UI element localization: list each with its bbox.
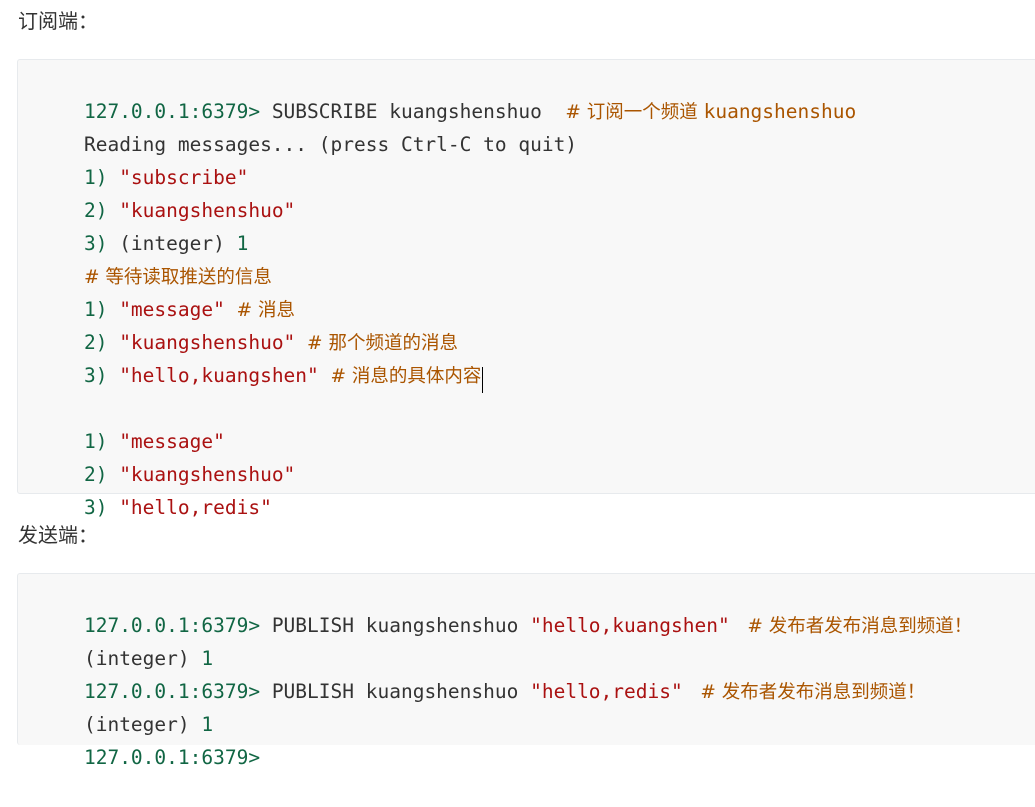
code-line: 127.0.0.1:6379> PUBLISH kuangshenshuo "h… <box>37 642 925 703</box>
comment-code: kuangshenshuo <box>703 100 857 123</box>
index: 3) <box>83 496 108 519</box>
code-line: # 等待读取推送的信息 <box>37 227 272 288</box>
command: PUBLISH kuangshenshuo <box>260 614 531 637</box>
code-line: 2) "kuangshenshuo" # 那个频道的消息 <box>37 293 458 354</box>
command: PUBLISH kuangshenshuo <box>260 680 531 703</box>
comment: # 消息的具体内容 <box>318 366 482 387</box>
publisher-code-block[interactable]: 127.0.0.1:6379> PUBLISH kuangshenshuo "h… <box>17 573 1035 769</box>
code-line: 3) "hello,kuangshen" # 消息的具体内容 <box>37 326 484 393</box>
code-line: 1) "message" <box>37 392 225 453</box>
code-line: 3) (integer) 1 <box>37 194 248 255</box>
code-line: 1) "message" # 消息 <box>37 260 295 321</box>
index: 3) <box>83 364 108 387</box>
comment: # 发布者发布消息到频道！ <box>682 682 926 703</box>
comment: # 发布者发布消息到频道！ <box>729 616 973 637</box>
code-line: 2) "kuangshenshuo" <box>37 425 295 486</box>
code-line: 127.0.0.1:6379> SUBSCRIBE kuangshenshuo … <box>37 62 856 123</box>
code-line: 3) "hello,redis" <box>37 458 272 519</box>
string-value: "hello,kuangshen" <box>530 614 730 637</box>
code-line: (integer) 1 <box>37 675 213 736</box>
string-value: "hello,redis" <box>107 496 272 519</box>
publisher-heading: 发送端： <box>18 523 98 547</box>
code-line: 2) "kuangshenshuo" <box>37 161 295 222</box>
code-line: 127.0.0.1:6379> PUBLISH kuangshenshuo "h… <box>37 576 972 637</box>
subscriber-heading: 订阅端： <box>18 9 98 33</box>
code-line: 127.0.0.1:6379> <box>37 708 260 769</box>
comment: # 订阅一个频道 <box>565 102 704 123</box>
code-line: Reading messages... (press Ctrl-C to qui… <box>37 95 577 156</box>
string-value: "hello,kuangshen" <box>107 364 319 387</box>
code-line: 1) "subscribe" <box>37 128 248 189</box>
string-value: "hello,redis" <box>530 680 683 703</box>
prompt: 127.0.0.1:6379> <box>83 746 261 769</box>
subscriber-code-block[interactable]: 127.0.0.1:6379> SUBSCRIBE kuangshenshuo … <box>17 59 1035 519</box>
text-caret <box>482 366 484 393</box>
code-line: (integer) 1 <box>37 609 213 670</box>
